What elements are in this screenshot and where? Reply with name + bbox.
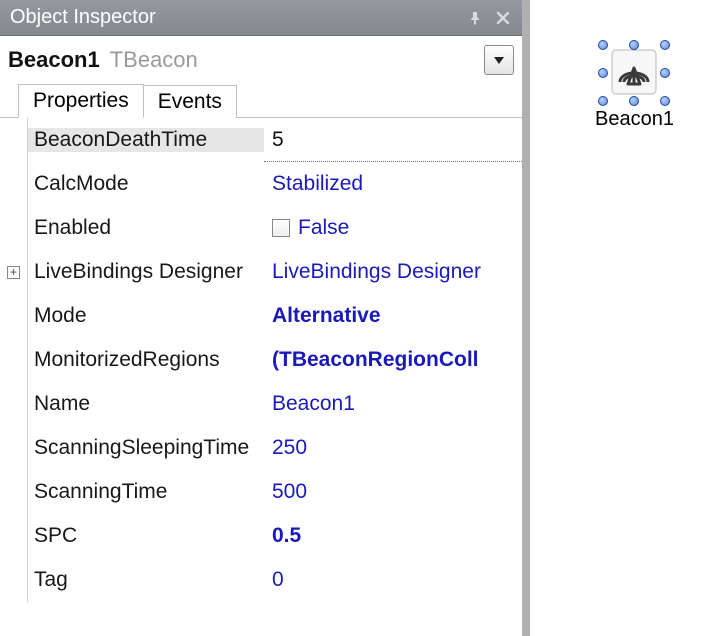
property-value-input[interactable]: 5 [264,118,522,162]
property-value[interactable]: LiveBindings Designer [264,260,522,284]
property-value[interactable]: Stabilized [264,172,522,196]
property-value[interactable]: Beacon1 [264,392,522,416]
resize-handle[interactable] [629,40,639,50]
expand-icon[interactable]: + [7,266,20,279]
property-label: Enabled [28,216,264,240]
property-label: ScanningTime [28,480,264,504]
property-row-beacondeathtime[interactable]: BeaconDeathTime 5 [0,118,522,162]
resize-handle[interactable] [598,40,608,50]
tab-properties[interactable]: Properties [18,84,144,118]
component-beacon1[interactable]: Beacon1 [595,42,674,131]
property-label: BeaconDeathTime [28,128,264,152]
titlebar-title: Object Inspector [10,6,156,29]
property-row-enabled[interactable]: Enabled False [0,206,522,250]
chevron-down-icon [494,57,504,64]
selected-object-type: TBeacon [110,47,198,73]
property-row-spc[interactable]: SPC 0.5 [0,514,522,558]
property-label: Name [28,392,264,416]
resize-handle[interactable] [629,96,639,106]
resize-handle[interactable] [598,68,608,78]
object-selector[interactable]: Beacon1 TBeacon [0,36,522,80]
tabs: Properties Events [0,80,522,118]
property-grid: » BeaconDeathTime 5 CalcMode Stabilized … [0,118,522,636]
resize-handle[interactable] [660,96,670,106]
selected-object-name: Beacon1 [8,47,100,73]
property-row-calcmode[interactable]: CalcMode Stabilized [0,162,522,206]
property-row-monitorizedregions[interactable]: MonitorizedRegions (TBeaconRegionColl [0,338,522,382]
tab-events[interactable]: Events [144,85,237,118]
property-row-scanningsleepingtime[interactable]: ScanningSleepingTime 250 [0,426,522,470]
object-inspector-panel: Object Inspector Beacon1 TBeacon Propert… [0,0,530,636]
property-value[interactable]: 0.5 [264,524,522,548]
property-row-tag[interactable]: Tag 0 [0,558,522,602]
titlebar: Object Inspector [0,0,522,36]
pin-icon[interactable] [466,9,484,27]
component-label: Beacon1 [595,108,674,131]
property-row-scanningtime[interactable]: ScanningTime 500 [0,470,522,514]
property-value[interactable]: 250 [264,436,522,460]
object-selector-dropdown[interactable] [484,45,514,75]
property-row-mode[interactable]: Mode Alternative [0,294,522,338]
property-value-text: False [298,216,349,240]
property-value[interactable]: False [264,216,522,240]
resize-handle[interactable] [598,96,608,106]
property-label: Tag [28,568,264,592]
property-label: Mode [28,304,264,328]
property-label: LiveBindings Designer [28,260,264,284]
property-row-name[interactable]: Name Beacon1 [0,382,522,426]
resize-handle[interactable] [660,68,670,78]
resize-handle[interactable] [660,40,670,50]
checkbox-unchecked-icon[interactable] [272,219,290,237]
property-label: MonitorizedRegions [28,348,264,372]
property-value[interactable]: 0 [264,568,522,592]
property-label: CalcMode [28,172,264,196]
property-value[interactable]: 500 [264,480,522,504]
property-value[interactable]: (TBeaconRegionColl [264,348,522,372]
close-icon[interactable] [494,9,512,27]
form-designer[interactable]: Beacon1 [530,0,728,636]
property-label: SPC [28,524,264,548]
property-row-livebindings[interactable]: + LiveBindings Designer LiveBindings Des… [0,250,522,294]
property-value[interactable]: Alternative [264,304,522,328]
beacon-component-icon [600,42,668,104]
property-label: ScanningSleepingTime [28,436,264,460]
